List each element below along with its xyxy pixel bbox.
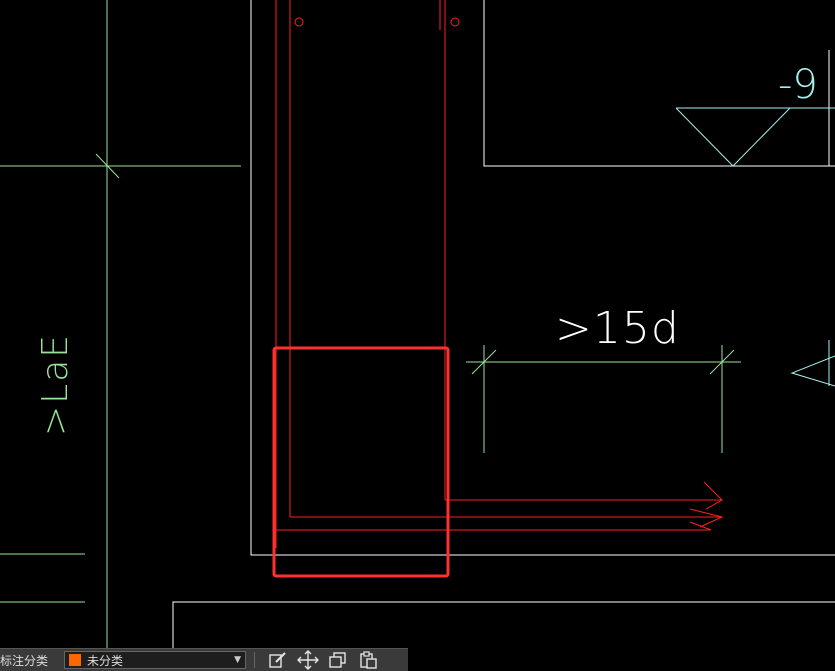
paste-icon [360,651,377,669]
annotation-toolbar: 标注分类 未分类 ▼ [0,648,408,671]
copy-button[interactable] [323,649,353,671]
rebar-dot-right [450,17,460,27]
category-select[interactable]: 未分类 ▼ [64,651,246,669]
rebar-dot-left [294,17,304,27]
slab-outline-bottom [172,601,835,648]
category-color-swatch [69,654,81,666]
chevron-down-icon[interactable]: ▼ [234,655,241,665]
paste-button[interactable] [353,649,383,671]
rebar-lines [275,0,724,548]
highlight-box[interactable] [272,346,450,578]
copy-icon [329,652,346,668]
column-outline [250,0,835,556]
move-icon [297,650,319,670]
elevation-symbol [675,107,835,387]
elevation-triangle [675,107,792,167]
edit-button[interactable] [263,649,293,671]
toolbar-divider [254,652,255,668]
category-select-value: 未分类 [87,653,124,668]
fifteen-d-label: >15d [555,303,680,354]
lae-label: >LaE [35,333,76,436]
structure-outline [172,0,835,648]
move-button[interactable] [293,649,323,671]
edit-icon [269,652,286,668]
category-label: 标注分类 [0,653,49,668]
rebar-hook-1 [703,481,723,510]
cad-drawing-canvas[interactable]: >LaE >15d -9 [0,0,835,670]
elevation-label: -9 [778,62,818,108]
